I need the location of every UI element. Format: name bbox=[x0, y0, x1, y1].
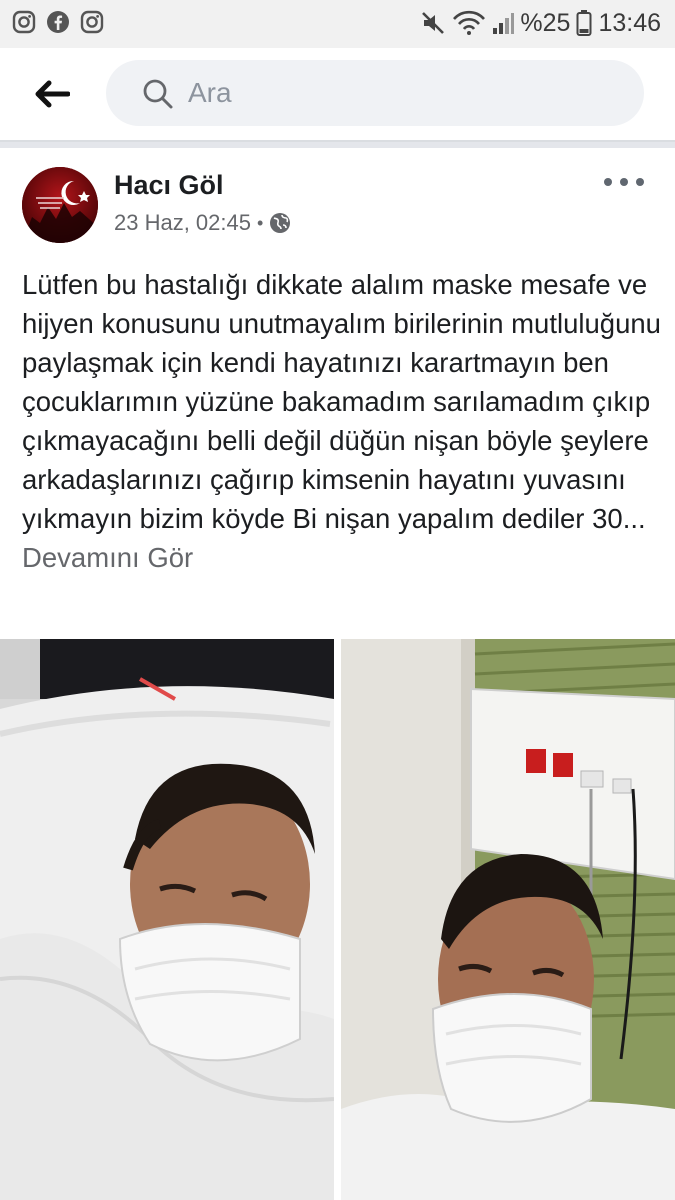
mute-icon bbox=[422, 12, 445, 34]
avatar[interactable] bbox=[22, 167, 98, 243]
post-photo-2[interactable] bbox=[341, 639, 675, 1200]
photo-hospital-room bbox=[341, 639, 675, 1200]
author-name[interactable]: Hacı Göl bbox=[114, 170, 224, 201]
facebook-icon bbox=[47, 11, 69, 33]
post-body: Lütfen bu hastalığı dikkate alalım maske… bbox=[22, 265, 662, 577]
top-bar: Ara bbox=[0, 48, 675, 142]
battery-icon bbox=[576, 10, 592, 36]
wifi-icon bbox=[453, 10, 486, 35]
post-photo-1[interactable] bbox=[0, 639, 334, 1200]
instagram-icon bbox=[80, 10, 104, 34]
clock: 13:46 bbox=[598, 8, 661, 37]
post-options-button[interactable] bbox=[604, 170, 644, 194]
search-icon bbox=[143, 79, 173, 109]
back-button[interactable] bbox=[26, 72, 78, 116]
globe-icon bbox=[270, 213, 291, 233]
meta-separator: • bbox=[256, 212, 264, 233]
more-dot-icon bbox=[636, 178, 644, 186]
back-arrow-icon bbox=[35, 80, 70, 108]
more-dot-icon bbox=[604, 178, 612, 186]
photo-hospital-bed bbox=[0, 639, 334, 1200]
system-status: %25 13:46 bbox=[420, 8, 661, 38]
signal-icon bbox=[493, 13, 515, 34]
status-bar: %25 13:46 bbox=[0, 0, 675, 48]
profile-picture bbox=[22, 167, 98, 243]
post-text: Lütfen bu hastalığı dikkate alalım maske… bbox=[22, 269, 661, 534]
photo-grid bbox=[0, 639, 675, 1200]
search-input[interactable]: Ara bbox=[106, 60, 644, 126]
post-timestamp[interactable]: 23 Haz, 02:45 bbox=[114, 210, 251, 236]
search-placeholder: Ara bbox=[188, 77, 232, 108]
battery-percentage: %25 bbox=[520, 8, 571, 37]
instagram-icon bbox=[12, 10, 36, 34]
post-card: Hacı Göl 23 Haz, 02:45 • Lütfen bu hasta… bbox=[0, 148, 675, 1200]
see-more-link[interactable]: Devamını Gör bbox=[22, 542, 193, 573]
notification-icons bbox=[12, 10, 104, 34]
more-dot-icon bbox=[620, 178, 628, 186]
post-meta: 23 Haz, 02:45 • bbox=[114, 210, 291, 236]
